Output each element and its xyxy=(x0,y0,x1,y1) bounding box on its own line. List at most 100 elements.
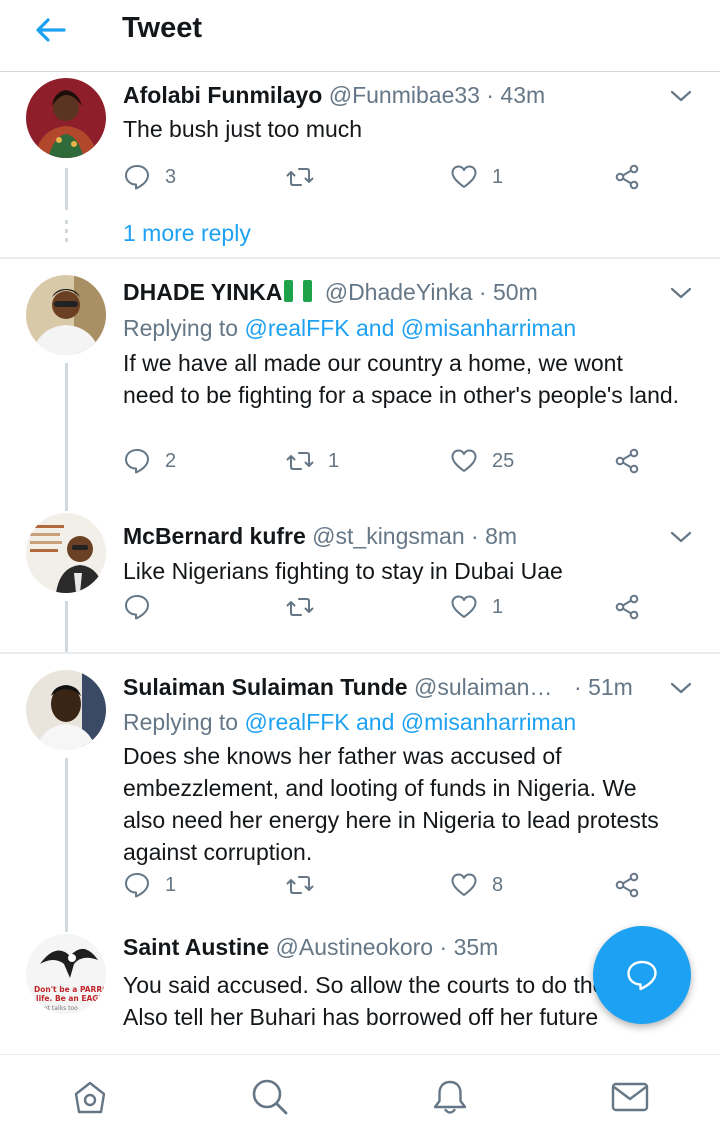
like-button[interactable]: 1 xyxy=(450,592,503,622)
like-count: 8 xyxy=(492,873,504,896)
reply-bubble-icon xyxy=(125,449,149,474)
tweet-header: Afolabi Funmilayo @Funmibae33 · 43m xyxy=(123,82,660,109)
tweet-text: Does she knows her father was accused of… xyxy=(123,743,659,865)
home-icon[interactable] xyxy=(70,1077,110,1117)
thread-line xyxy=(65,758,68,932)
tweet-actions: 3 1 xyxy=(123,162,650,192)
chevron-down-icon[interactable] xyxy=(670,286,692,300)
reply-count: 2 xyxy=(165,449,177,472)
svg-text:life. Be an EAGL: life. Be an EAGL xyxy=(36,994,103,1003)
chevron-down-icon[interactable] xyxy=(670,681,692,695)
retweet-icon xyxy=(286,598,314,616)
replying-label: Replying to xyxy=(123,315,239,341)
share-button[interactable] xyxy=(613,162,641,192)
page-title: Tweet xyxy=(122,12,203,44)
bottom-nav xyxy=(0,1054,720,1131)
author-handle[interactable]: @Funmibae33 xyxy=(329,82,480,108)
replying-mentions[interactable]: @realFFK and @misanharriman xyxy=(244,709,576,735)
tweet-dhade-yinka[interactable]: DHADE YINKA @DhadeYinka · 50m Replying t… xyxy=(0,259,720,511)
mail-icon[interactable] xyxy=(610,1077,650,1117)
separator-dot: · xyxy=(439,934,448,960)
more-replies-link[interactable]: 1 more reply xyxy=(123,220,251,247)
reply-button[interactable]: 1 xyxy=(123,870,176,900)
author-name[interactable]: McBernard kufre xyxy=(123,523,306,549)
replying-mentions[interactable]: @realFFK and @misanharriman xyxy=(244,315,576,341)
reply-bubble-icon xyxy=(125,595,149,620)
author-name[interactable]: DHADE YINKA xyxy=(123,279,282,305)
tweet-time: 51m xyxy=(588,674,633,700)
tweet-time: 50m xyxy=(492,279,538,305)
avatar[interactable] xyxy=(26,513,106,593)
reply-count: 3 xyxy=(165,165,177,188)
chevron-down-icon[interactable] xyxy=(670,530,692,544)
replies-feed: Afolabi Funmilayo @Funmibae33 · 43m The … xyxy=(0,72,720,1054)
author-name[interactable]: Afolabi Funmilayo xyxy=(123,82,322,108)
tweet-actions: 2 1 25 xyxy=(123,446,650,476)
reply-count: 1 xyxy=(165,873,177,896)
heart-icon xyxy=(451,595,477,618)
tweet-header: Sulaiman Sulaiman Tunde @sulaiman… xyxy=(123,674,630,701)
avatar[interactable] xyxy=(26,275,106,355)
author-handle[interactable]: @st_kingsman xyxy=(312,523,464,549)
separator-dot: · xyxy=(574,674,582,700)
retweet-button[interactable]: 1 xyxy=(286,446,339,476)
author-handle[interactable]: @DhadeYinka xyxy=(325,279,473,305)
separator-dot: · xyxy=(478,279,487,305)
share-button[interactable] xyxy=(613,592,641,622)
replying-label: Replying to xyxy=(123,709,239,735)
avatar[interactable]: Don't be a PARROT life. Be an EAGL ot ta… xyxy=(26,934,106,1014)
back-arrow-icon[interactable] xyxy=(30,14,70,46)
reply-bubble-icon xyxy=(125,873,149,898)
svg-text:ot talks too: ot talks too xyxy=(44,1005,78,1012)
like-button[interactable]: 8 xyxy=(450,870,503,900)
tweet-header: Saint Austine @Austineokoro · 35m xyxy=(123,934,660,961)
tweet-time: 43m xyxy=(500,82,546,108)
author-name[interactable]: Saint Austine xyxy=(123,934,269,960)
retweet-icon xyxy=(286,876,314,894)
tweet-afolabi[interactable]: Afolabi Funmilayo @Funmibae33 · 43m The … xyxy=(0,72,720,257)
chevron-down-icon[interactable] xyxy=(670,89,692,103)
heart-icon xyxy=(451,165,477,188)
separator-dot: · xyxy=(486,82,495,108)
like-count: 1 xyxy=(492,165,504,188)
heart-icon xyxy=(451,873,477,896)
retweet-button[interactable] xyxy=(286,592,328,622)
share-button[interactable] xyxy=(613,446,641,476)
reply-button[interactable]: 2 xyxy=(123,446,176,476)
reply-button[interactable] xyxy=(123,592,165,622)
tweet-text: Like Nigerians fighting to stay in Dubai… xyxy=(123,558,563,584)
tweet-meta: · 51m xyxy=(574,674,633,701)
tweet-actions: 1 xyxy=(123,592,650,622)
reply-bubble-icon xyxy=(125,165,149,190)
replying-to: Replying to @realFFK and @misanharriman xyxy=(123,315,576,342)
thread-line xyxy=(65,363,68,511)
retweet-count: 1 xyxy=(328,449,340,472)
tweet-sulaiman[interactable]: Sulaiman Sulaiman Tunde @sulaiman… · 51m… xyxy=(0,654,720,932)
retweet-button[interactable] xyxy=(286,870,328,900)
like-button[interactable]: 25 xyxy=(450,446,514,476)
heart-icon xyxy=(451,449,477,472)
search-icon[interactable] xyxy=(250,1077,290,1117)
thread-gap-dots xyxy=(65,220,68,247)
avatar[interactable] xyxy=(26,78,106,158)
tweet-time: 35m xyxy=(453,934,499,960)
compose-reply-button[interactable] xyxy=(593,926,691,1024)
avatar[interactable] xyxy=(26,670,106,750)
retweet-icon xyxy=(286,452,314,470)
share-icon xyxy=(615,164,639,190)
thread-line xyxy=(65,601,68,652)
retweet-button[interactable] xyxy=(286,162,328,192)
like-button[interactable]: 1 xyxy=(450,162,503,192)
share-button[interactable] xyxy=(613,870,641,900)
author-name[interactable]: Sulaiman Sulaiman Tunde xyxy=(123,674,408,700)
bell-icon[interactable] xyxy=(430,1077,470,1117)
top-bar: Tweet xyxy=(0,0,720,72)
author-handle[interactable]: @Austineokoro xyxy=(276,934,434,960)
replying-to: Replying to @realFFK and @misanharriman xyxy=(123,709,576,736)
tweet-mcbernard[interactable]: McBernard kufre @st_kingsman · 8m Like N… xyxy=(0,505,720,652)
share-icon xyxy=(615,594,639,620)
author-handle[interactable]: @sulaiman… xyxy=(414,674,552,700)
reply-button[interactable]: 3 xyxy=(123,162,176,192)
thread-line xyxy=(65,168,68,210)
tweet-actions: 1 8 xyxy=(123,870,650,900)
